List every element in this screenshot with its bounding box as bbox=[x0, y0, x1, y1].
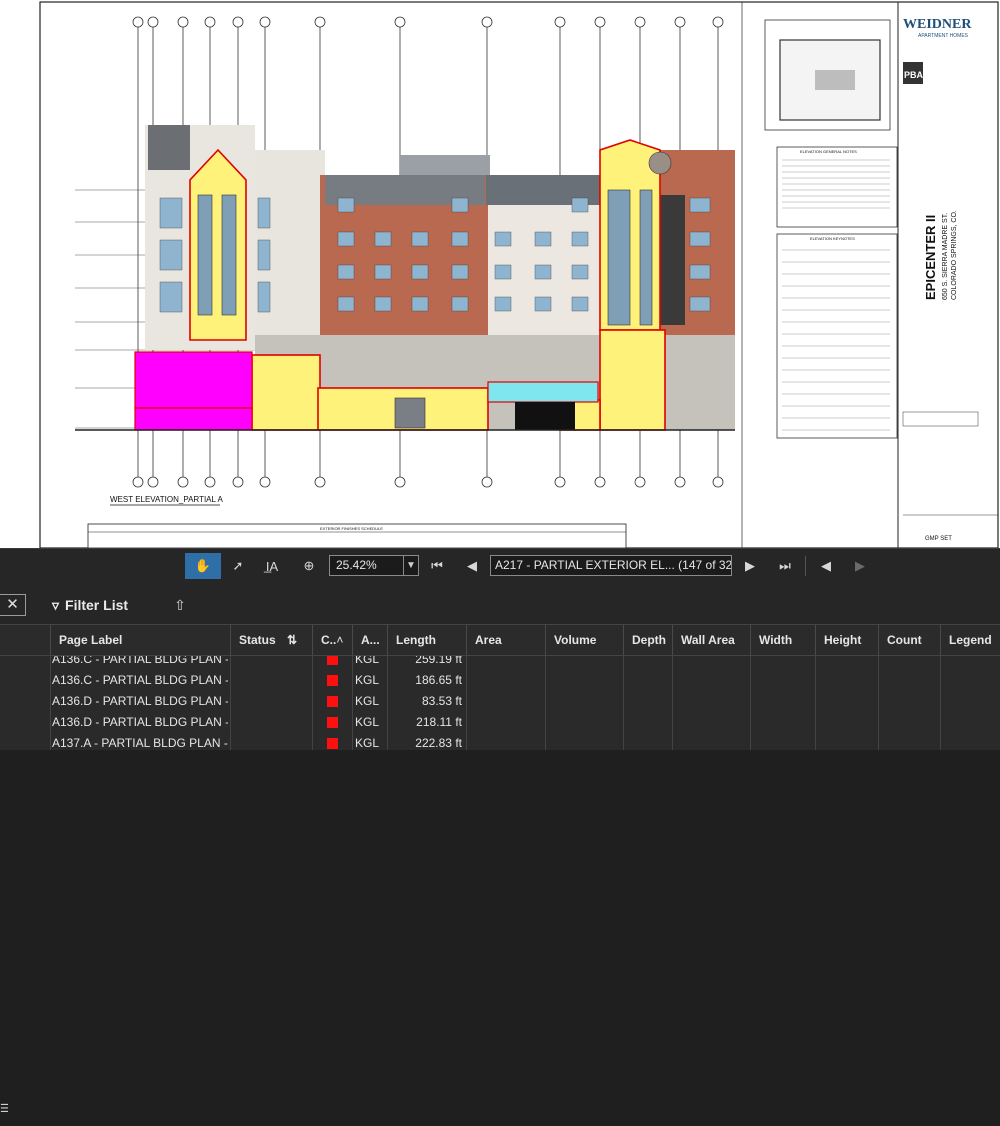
page-select[interactable]: A217 - PARTIAL EXTERIOR EL... (147 of 32… bbox=[490, 555, 732, 576]
address-line-1: 650 S. SIERRA MADRE ST. bbox=[942, 213, 949, 300]
general-notes-title: ELEVATION GENERAL NOTES bbox=[800, 149, 857, 154]
prev-page-icon[interactable]: ◀ bbox=[463, 553, 481, 579]
zoom-in-icon[interactable]: ⊕ bbox=[295, 553, 323, 579]
panel-toggle-icon[interactable]: ☰ bbox=[0, 1102, 8, 1126]
page-label-cell: A136.C - PARTIAL BLDG PLAN -... bbox=[52, 656, 228, 666]
column-header-color[interactable]: C..˄ bbox=[312, 625, 352, 655]
page-label-cell: A136.C - PARTIAL BLDG PLAN -... bbox=[52, 673, 228, 687]
column-settings-icon[interactable]: ⇅ bbox=[287, 625, 297, 655]
toolbar-divider bbox=[805, 556, 806, 576]
table-body: A136.C - PARTIAL BLDG PLAN -... KGL 259.… bbox=[0, 656, 1000, 750]
filter-list-label: Filter List bbox=[65, 597, 129, 613]
author-cell: KGL bbox=[355, 715, 380, 729]
table-row[interactable]: A136.D - PARTIAL BLDG PLAN -... KGL 83.5… bbox=[0, 691, 1000, 712]
document-viewer[interactable]: WEST ELEVATION_PARTIAL A EXTERIOR FINISH… bbox=[0, 0, 1000, 548]
column-divider bbox=[352, 656, 353, 750]
length-cell: 218.11 ft bbox=[416, 715, 462, 729]
column-header-depth[interactable]: Depth bbox=[623, 625, 672, 655]
zoom-value: 25.42% bbox=[336, 558, 377, 572]
length-cell: 222.83 ft bbox=[415, 736, 462, 750]
column-header-status[interactable]: Status ⇅ bbox=[230, 625, 312, 655]
column-divider bbox=[312, 656, 313, 750]
length-cell: 186.65 ft bbox=[415, 673, 462, 687]
hand-icon[interactable]: ✋ bbox=[185, 553, 221, 579]
author-cell: KGL bbox=[355, 656, 380, 666]
author-cell: KGL bbox=[355, 736, 380, 750]
color-swatch bbox=[327, 738, 338, 749]
table-header: Page Label Status ⇅ C..˄ A... Length Area… bbox=[0, 624, 1000, 656]
author-cell: KGL bbox=[355, 694, 380, 708]
column-divider bbox=[387, 656, 388, 750]
author-cell: KGL bbox=[355, 673, 380, 687]
color-swatch bbox=[327, 656, 338, 665]
column-header-blank bbox=[0, 625, 50, 655]
filter-icon: ▿ bbox=[52, 596, 60, 613]
column-divider bbox=[545, 656, 546, 750]
column-header-legend[interactable]: Legend bbox=[940, 625, 1000, 655]
table-row[interactable]: A137.A - PARTIAL BLDG PLAN -... KGL 222.… bbox=[0, 733, 1000, 750]
column-divider bbox=[940, 656, 941, 750]
export-icon[interactable]: ⇧ bbox=[170, 594, 190, 616]
project-name: EPICENTER II bbox=[923, 215, 938, 300]
color-swatch bbox=[327, 696, 338, 707]
column-divider bbox=[672, 656, 673, 750]
column-header-wall-area[interactable]: Wall Area bbox=[672, 625, 750, 655]
panel-header: ✕ ▿ Filter List ⇧ bbox=[0, 582, 1000, 624]
chevron-down-icon[interactable]: ▼ bbox=[403, 556, 418, 575]
page-label-cell: A137.A - PARTIAL BLDG PLAN -... bbox=[52, 736, 228, 750]
sort-ascending-icon: ˄ bbox=[336, 633, 344, 647]
column-header-page-label[interactable]: Page Label bbox=[50, 625, 230, 655]
column-divider bbox=[750, 656, 751, 750]
table-row[interactable]: A136.C - PARTIAL BLDG PLAN -... KGL 259.… bbox=[0, 656, 1000, 670]
back-icon[interactable]: ◀ bbox=[814, 553, 838, 579]
client-sub: APARTMENT HOMES bbox=[918, 33, 969, 39]
column-header-area[interactable]: Area bbox=[466, 625, 545, 655]
length-cell: 259.19 ft bbox=[415, 656, 462, 666]
first-page-icon[interactable]: ⏮ bbox=[428, 553, 446, 579]
column-divider bbox=[815, 656, 816, 750]
color-swatch bbox=[327, 675, 338, 686]
column-divider bbox=[230, 656, 231, 750]
cursor-icon[interactable]: ➚ bbox=[224, 553, 252, 579]
page-select-value: A217 - PARTIAL EXTERIOR EL... (147 of 32… bbox=[495, 558, 732, 572]
column-header-count[interactable]: Count bbox=[878, 625, 940, 655]
column-header-volume[interactable]: Volume bbox=[545, 625, 623, 655]
column-header-height[interactable]: Height bbox=[815, 625, 878, 655]
filter-list-button[interactable]: ▿ Filter List bbox=[52, 595, 128, 615]
next-page-icon[interactable]: ▶ bbox=[741, 553, 759, 579]
column-divider bbox=[50, 656, 51, 750]
column-header-author[interactable]: A... bbox=[352, 625, 387, 655]
keynotes-title: ELEVATION KEYNOTES bbox=[810, 236, 855, 241]
column-divider bbox=[623, 656, 624, 750]
page-label-cell: A136.D - PARTIAL BLDG PLAN -... bbox=[52, 694, 228, 708]
elevation-title: WEST ELEVATION_PARTIAL A bbox=[110, 495, 223, 504]
page-label-cell: A136.D - PARTIAL BLDG PLAN -... bbox=[52, 715, 228, 729]
address-line-2: COLORADO SPRINGS, CO. bbox=[951, 210, 958, 300]
close-icon[interactable]: ✕ bbox=[0, 594, 26, 616]
column-divider bbox=[466, 656, 467, 750]
zoom-select[interactable]: 25.42% ▼ bbox=[329, 555, 419, 576]
color-swatch bbox=[327, 717, 338, 728]
schedule-title: EXTERIOR FINISHES SCHEDULE bbox=[320, 526, 383, 531]
column-header-length[interactable]: Length bbox=[387, 625, 466, 655]
column-header-width[interactable]: Width bbox=[750, 625, 815, 655]
drawing-sheet: WEST ELEVATION_PARTIAL A EXTERIOR FINISH… bbox=[39, 1, 999, 548]
text-select-icon[interactable]: I̲A bbox=[258, 553, 286, 579]
client-logo: WEIDNER bbox=[903, 17, 972, 32]
table-row[interactable]: A136.C - PARTIAL BLDG PLAN -... KGL 186.… bbox=[0, 670, 1000, 691]
set-label: GMP SET bbox=[925, 536, 952, 542]
column-divider bbox=[878, 656, 879, 750]
markups-list-panel: ✕ ▿ Filter List ⇧ Page Label Status ⇅ C..… bbox=[0, 582, 1000, 750]
length-cell: 83.53 ft bbox=[421, 694, 462, 708]
last-page-icon[interactable]: ⏭ bbox=[776, 553, 794, 579]
table-row[interactable]: A136.D - PARTIAL BLDG PLAN -... KGL 218.… bbox=[0, 712, 1000, 733]
forward-icon[interactable]: ▶ bbox=[848, 553, 872, 579]
architect-logo: PBA bbox=[904, 70, 924, 80]
